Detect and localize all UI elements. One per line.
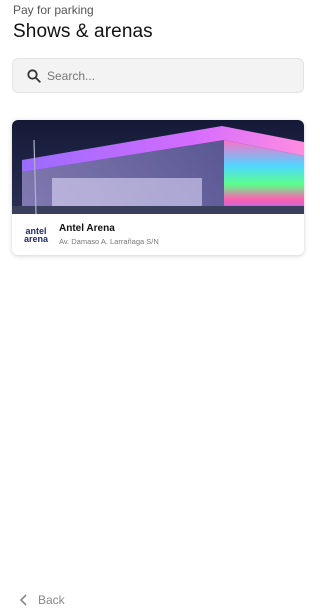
page-kicker: Pay for parking bbox=[13, 3, 94, 17]
page-header: Pay for parking Shows & arenas bbox=[13, 3, 153, 43]
page-title: Shows & arenas bbox=[13, 21, 153, 42]
back-label: Back bbox=[38, 593, 65, 607]
venue-address: Av. Damaso A. Larrañaga S/N bbox=[59, 237, 159, 246]
back-button[interactable]: Back bbox=[19, 593, 65, 607]
venue-name: Antel Arena bbox=[59, 223, 115, 234]
search-input[interactable] bbox=[47, 68, 277, 83]
search-icon bbox=[27, 68, 41, 83]
venue-logo: antel arena bbox=[23, 225, 49, 244]
venue-photo bbox=[12, 120, 304, 214]
venue-info: antel arena Antel Arena Av. Damaso A. La… bbox=[12, 214, 304, 255]
venue-card[interactable]: antel arena Antel Arena Av. Damaso A. La… bbox=[12, 120, 304, 255]
search-bar[interactable] bbox=[12, 58, 304, 93]
chevron-left-icon bbox=[19, 594, 29, 606]
